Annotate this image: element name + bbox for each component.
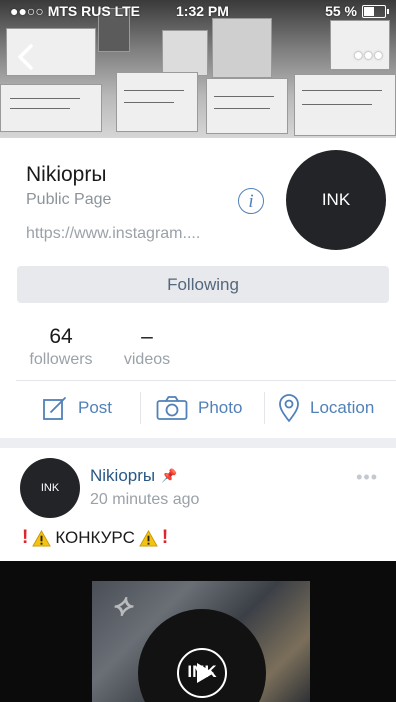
divider [16, 380, 396, 381]
clock: 1:32 PM [176, 3, 229, 19]
status-bar: ●●○○ MTS RUS LTE 1:32 PM 55 % [0, 0, 396, 22]
post-options-button[interactable]: ••• [356, 468, 378, 486]
info-button[interactable]: i [238, 188, 264, 214]
exclamation-icon: ! [161, 527, 169, 548]
video-overlay-label: INK [187, 662, 217, 681]
followers-label: followers [29, 351, 93, 368]
graffiti-artwork: ⟡ [112, 589, 132, 622]
post-author-name[interactable]: Nikioprы 📌 [90, 466, 177, 486]
page-type-label: Public Page [26, 191, 112, 208]
photo-label: Photo [198, 398, 243, 417]
info-icon: i [248, 191, 254, 212]
chevron-left-icon [18, 44, 33, 70]
post-button[interactable]: Post [42, 392, 112, 424]
location-label: Location [310, 398, 375, 417]
map-pin-icon [279, 394, 299, 422]
action-separator [264, 392, 265, 424]
pin-icon: 📌 [161, 468, 178, 483]
section-separator [0, 438, 396, 448]
battery-icon [362, 4, 389, 18]
videos-label: videos [123, 351, 171, 368]
more-dots-icon: ••• [356, 467, 378, 487]
videos-count: – [141, 325, 153, 348]
post-timestamp: 20 minutes ago [90, 491, 200, 508]
photo-button[interactable]: Photo [156, 392, 242, 424]
post-author-label: Nikioprы [90, 466, 156, 485]
page-avatar[interactable]: INK [286, 150, 386, 250]
post-text-content: КОНКУРС [55, 528, 135, 547]
warning-icon [32, 529, 52, 547]
more-dots-icon: ••• [353, 40, 384, 70]
post-video[interactable]: ⟡ INK [0, 561, 396, 702]
more-options-button[interactable]: ••• [354, 42, 384, 68]
back-button[interactable] [12, 42, 40, 72]
edit-icon [43, 397, 66, 420]
following-button[interactable]: Following [17, 266, 389, 303]
status-right: 55 % [325, 3, 389, 19]
post-label: Post [78, 398, 113, 417]
followers-count: 64 [49, 325, 73, 348]
post-text: ! КОНКУРС ! [22, 527, 168, 549]
location-button[interactable]: Location [278, 392, 374, 424]
action-separator [140, 392, 141, 424]
camera-icon [156, 396, 188, 420]
post-author-avatar[interactable]: INK [20, 458, 80, 518]
battery-percent: 55 % [325, 3, 357, 19]
warning-icon [139, 529, 158, 547]
page-website-link[interactable]: https://www.instagram.... [26, 225, 200, 243]
videos-stat[interactable]: – videos [116, 326, 178, 369]
followers-stat[interactable]: 64 followers [24, 326, 98, 369]
page-title: Nikioprы [26, 163, 107, 186]
exclamation-icon: ! [22, 527, 29, 548]
carrier-label: ●●○○ MTS RUS LTE [10, 3, 141, 19]
